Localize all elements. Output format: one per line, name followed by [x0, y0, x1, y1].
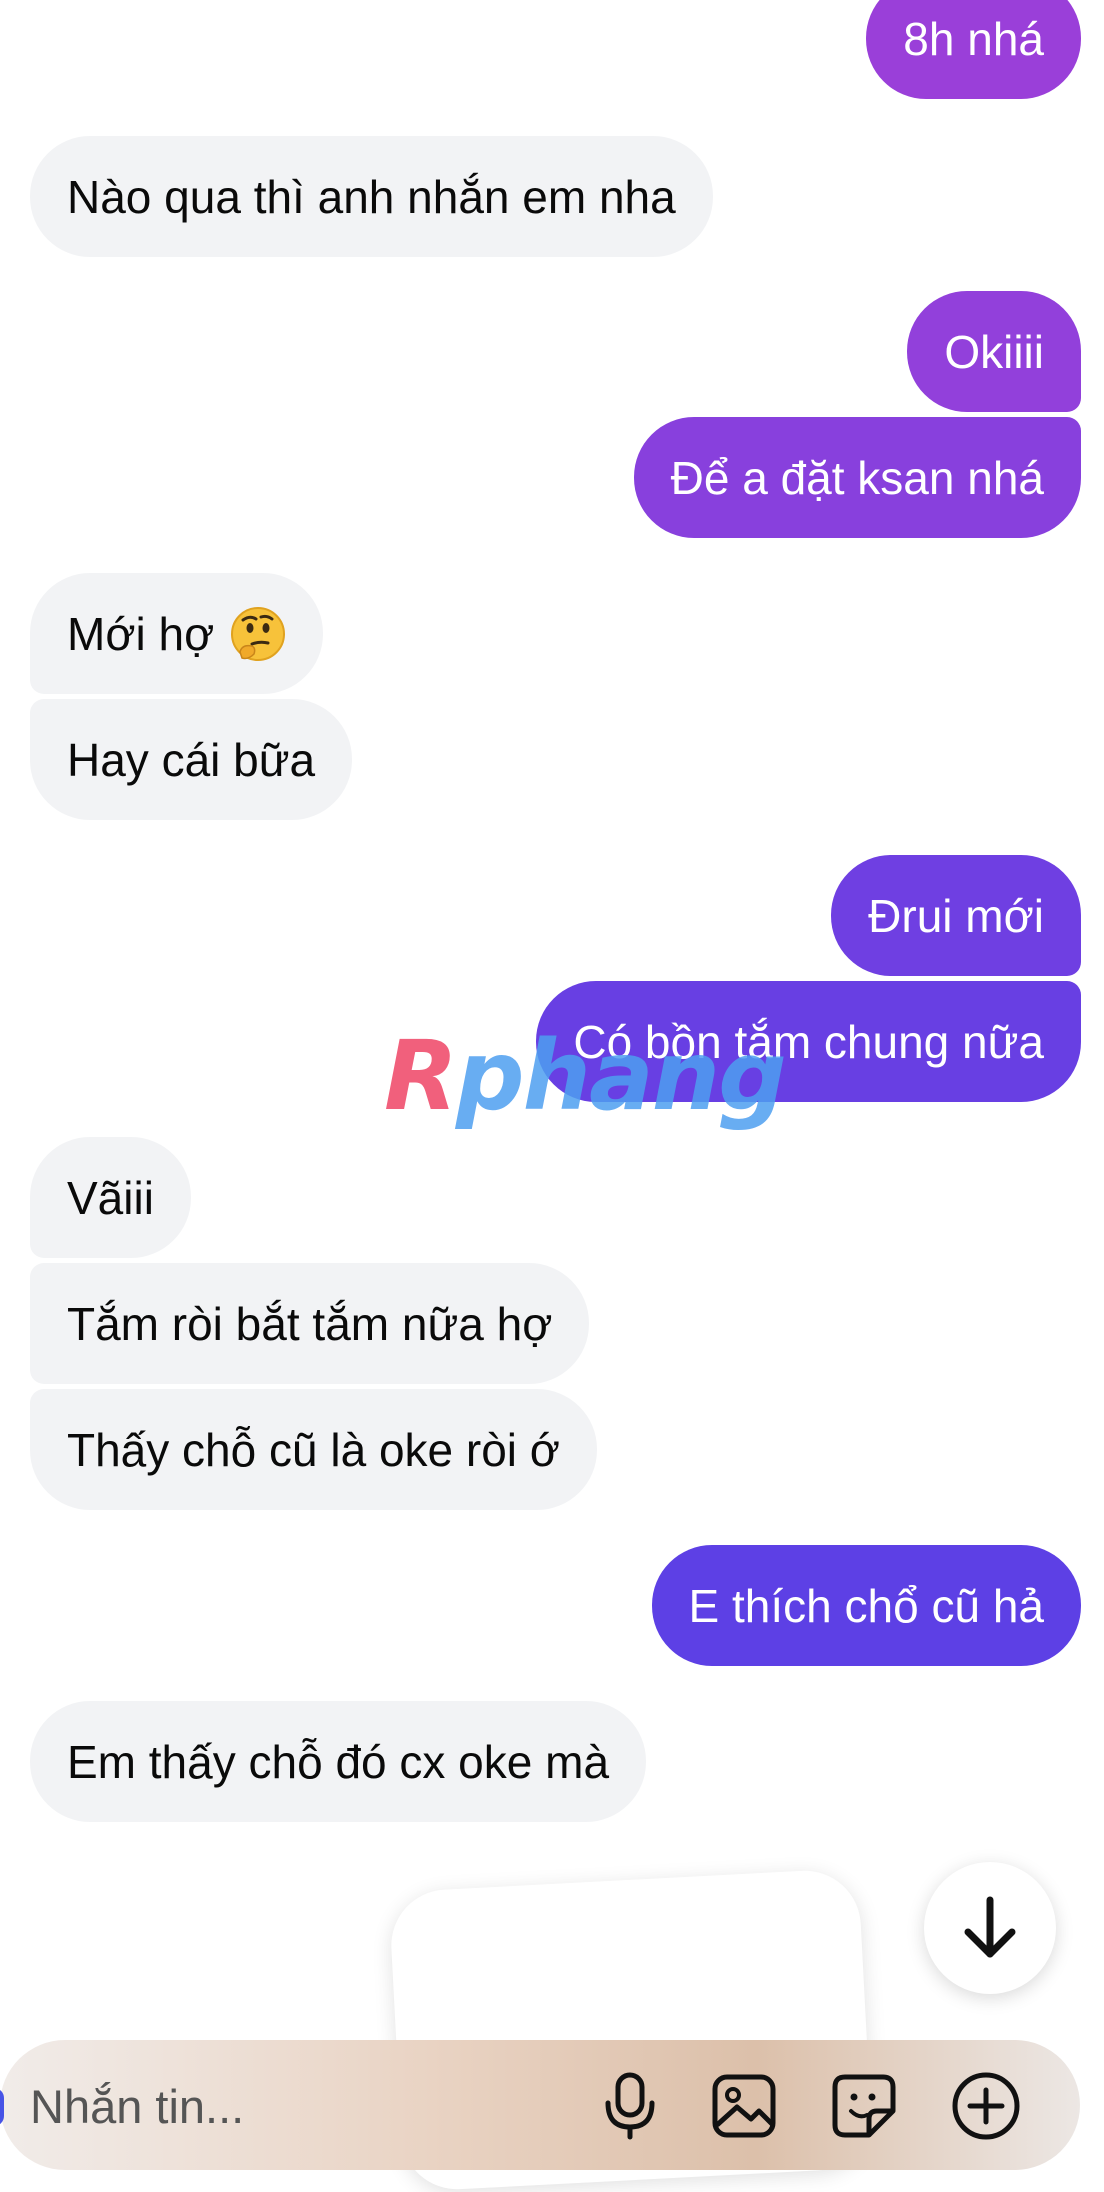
more-actions-button[interactable] [950, 2070, 1022, 2142]
message-text: Thấy chỗ cũ là oke ròi ớ [67, 1423, 560, 1476]
microphone-button[interactable] [594, 2070, 666, 2142]
message-bubble-incoming[interactable]: Mới hợ [30, 573, 324, 694]
message-text: Okiiii [944, 325, 1044, 378]
message-bubble-outgoing[interactable]: Đrui mới [831, 855, 1081, 976]
gallery-button[interactable] [708, 2070, 780, 2142]
message-text: Mới hợ [67, 607, 215, 660]
message-bubble-incoming[interactable]: Nào qua thì anh nhắn em nha [30, 136, 713, 257]
message-bubble-incoming[interactable]: Hay cái bữa [30, 699, 353, 820]
scroll-to-bottom-button[interactable] [924, 1862, 1056, 1994]
message-bubble-outgoing[interactable]: E thích chổ cũ hả [651, 1545, 1081, 1666]
message-text: Để a đặt ksan nhá [670, 451, 1044, 504]
message-text: Có bồn tắm chung nữa [573, 1015, 1044, 1068]
message-bubble-outgoing[interactable]: Okiiii [907, 291, 1081, 412]
thinking-face-emoji-icon [231, 606, 286, 661]
sticker-button[interactable] [828, 2070, 900, 2142]
microphone-icon [605, 2072, 655, 2140]
sticker-icon [832, 2074, 896, 2138]
plus-circle-icon [952, 2072, 1020, 2140]
message-input[interactable]: Nhắn tin... [30, 2083, 244, 2130]
message-bubble-incoming[interactable]: Vãiii [30, 1137, 191, 1258]
message-text: Hay cái bữa [67, 733, 316, 786]
message-text: 8h nhá [903, 12, 1044, 65]
message-bubble-incoming[interactable]: Em thấy chỗ đó cx oke mà [30, 1701, 647, 1822]
message-text: Tắm ròi bắt tắm nữa hợ [67, 1297, 553, 1350]
message-bubble-outgoing[interactable]: 8h nhá [866, 0, 1081, 99]
image-icon [712, 2074, 776, 2138]
message-text: Nào qua thì anh nhắn em nha [67, 170, 676, 223]
message-bubble-incoming[interactable]: Tắm ròi bắt tắm nữa hợ [30, 1263, 590, 1384]
message-bubble-incoming[interactable]: Thấy chỗ cũ là oke ròi ớ [30, 1389, 597, 1510]
arrow-down-icon [964, 1896, 1016, 1958]
message-bubble-outgoing[interactable]: Để a đặt ksan nhá [633, 417, 1081, 538]
message-bubble-outgoing[interactable]: Có bồn tắm chung nữa [536, 981, 1081, 1102]
message-text: Vãiii [67, 1171, 154, 1224]
message-text: Em thấy chỗ đó cx oke mà [67, 1735, 610, 1788]
message-text: Đrui mới [868, 889, 1044, 942]
watermark-letter: R [384, 1020, 458, 1132]
message-text: E thích chổ cũ hả [688, 1579, 1044, 1632]
